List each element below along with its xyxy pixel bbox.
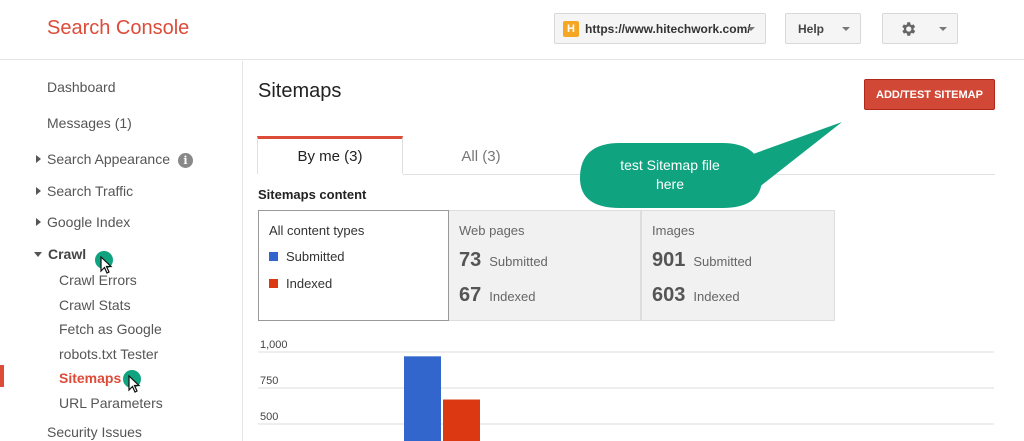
panel-heading: Web pages (459, 223, 525, 238)
panel-images[interactable]: Images 901 Submitted 603 Indexed (641, 210, 835, 321)
bar-submitted (404, 356, 441, 441)
site-favicon-icon: H (563, 20, 579, 37)
sidebar-item-search-appearance[interactable]: Search Appearance i (36, 151, 193, 168)
legend-label: Indexed (286, 276, 333, 291)
sidebar-subitem-fetch-as-google[interactable]: Fetch as Google (59, 321, 162, 337)
stat-label: Submitted (693, 254, 752, 269)
stat-label: Indexed (693, 289, 740, 304)
sidebar-subitem-crawl-stats[interactable]: Crawl Stats (59, 297, 131, 313)
web-submitted-stat: 73 Submitted (459, 249, 548, 272)
sidebar-subitem-robots-tester[interactable]: robots.txt Tester (59, 346, 158, 362)
legend-swatch-icon (269, 279, 278, 288)
stat-label: Submitted (489, 254, 548, 269)
panel-heading: All content types (269, 223, 365, 238)
tab-divider (403, 174, 995, 175)
active-indicator (0, 365, 4, 387)
cursor-pointer-icon (123, 370, 141, 393)
bar-indexed (443, 399, 480, 441)
collapse-arrow-icon (34, 252, 42, 257)
sitemaps-chart: 1,000 750 500 (258, 339, 994, 441)
help-button[interactable]: Help (785, 13, 861, 44)
sitemaps-content-label: Sitemaps content (258, 187, 367, 202)
expand-arrow-icon (36, 218, 41, 226)
sidebar-item-security-issues[interactable]: Security Issues (47, 424, 142, 440)
site-selector[interactable]: H https://www.hitechwork.com/ (554, 13, 766, 44)
sidebar-item-google-index[interactable]: Google Index (36, 214, 130, 230)
sidebar-item-label: Google Index (47, 214, 131, 230)
settings-button[interactable] (882, 13, 958, 44)
sidebar-item-label: Search Appearance (47, 151, 170, 167)
chevron-down-icon (747, 27, 755, 31)
site-url: https://www.hitechwork.com/ (585, 21, 751, 36)
sidebar-subitem-url-parameters[interactable]: URL Parameters (59, 395, 163, 411)
expand-arrow-icon (36, 187, 41, 195)
y-tick-label: 1,000 (260, 339, 288, 351)
sidebar-subitem-sitemaps[interactable]: Sitemaps (59, 370, 121, 386)
top-bar: Search Console H https://www.hitechwork.… (0, 0, 1024, 60)
panel-heading: Images (652, 223, 695, 238)
images-indexed-stat: 603 Indexed (652, 284, 740, 307)
web-indexed-stat: 67 Indexed (459, 284, 536, 307)
callout-text-line1: test Sitemap file (620, 157, 720, 173)
stat-value: 67 (459, 284, 482, 306)
cursor-pointer-icon (95, 251, 113, 274)
panel-web-pages[interactable]: Web pages 73 Submitted 67 Indexed (449, 210, 641, 321)
app-title[interactable]: Search Console (47, 17, 189, 40)
callout-text-line2: here (656, 176, 684, 192)
legend-submitted: Submitted (269, 249, 345, 264)
sidebar-item-crawl[interactable]: Crawl (34, 246, 86, 262)
chevron-down-icon (939, 27, 947, 31)
sidebar-item-dashboard[interactable]: Dashboard (47, 79, 116, 95)
info-icon[interactable]: i (177, 153, 193, 168)
legend-swatch-icon (269, 252, 278, 261)
help-label: Help (798, 21, 825, 36)
sidebar-item-label: Crawl (48, 246, 87, 262)
sidebar-subitem-crawl-errors[interactable]: Crawl Errors (59, 272, 137, 288)
stat-value: 901 (652, 249, 686, 271)
y-tick-label: 500 (260, 411, 278, 423)
panel-all-content-types[interactable]: All content types Submitted Indexed (258, 210, 449, 321)
add-test-sitemap-button[interactable]: ADD/TEST SITEMAP (864, 79, 995, 110)
legend-label: Submitted (286, 249, 345, 264)
callout-bubble (580, 122, 842, 208)
sidebar-item-messages[interactable]: Messages (1) (47, 115, 132, 131)
expand-arrow-icon (36, 155, 41, 163)
legend-indexed: Indexed (269, 276, 332, 291)
gear-icon (902, 22, 916, 36)
page-title: Sitemaps (258, 80, 342, 102)
tab-all[interactable]: All (3) (403, 139, 559, 174)
stat-value: 603 (652, 284, 686, 306)
chevron-down-icon (842, 27, 850, 31)
sidebar-item-search-traffic[interactable]: Search Traffic (36, 183, 133, 199)
sidebar-item-label: Search Traffic (47, 183, 134, 199)
y-tick-label: 750 (260, 375, 278, 387)
stat-label: Indexed (489, 289, 536, 304)
tab-by-me[interactable]: By me (3) (257, 136, 403, 174)
images-submitted-stat: 901 Submitted (652, 249, 752, 272)
stat-value: 73 (459, 249, 482, 271)
